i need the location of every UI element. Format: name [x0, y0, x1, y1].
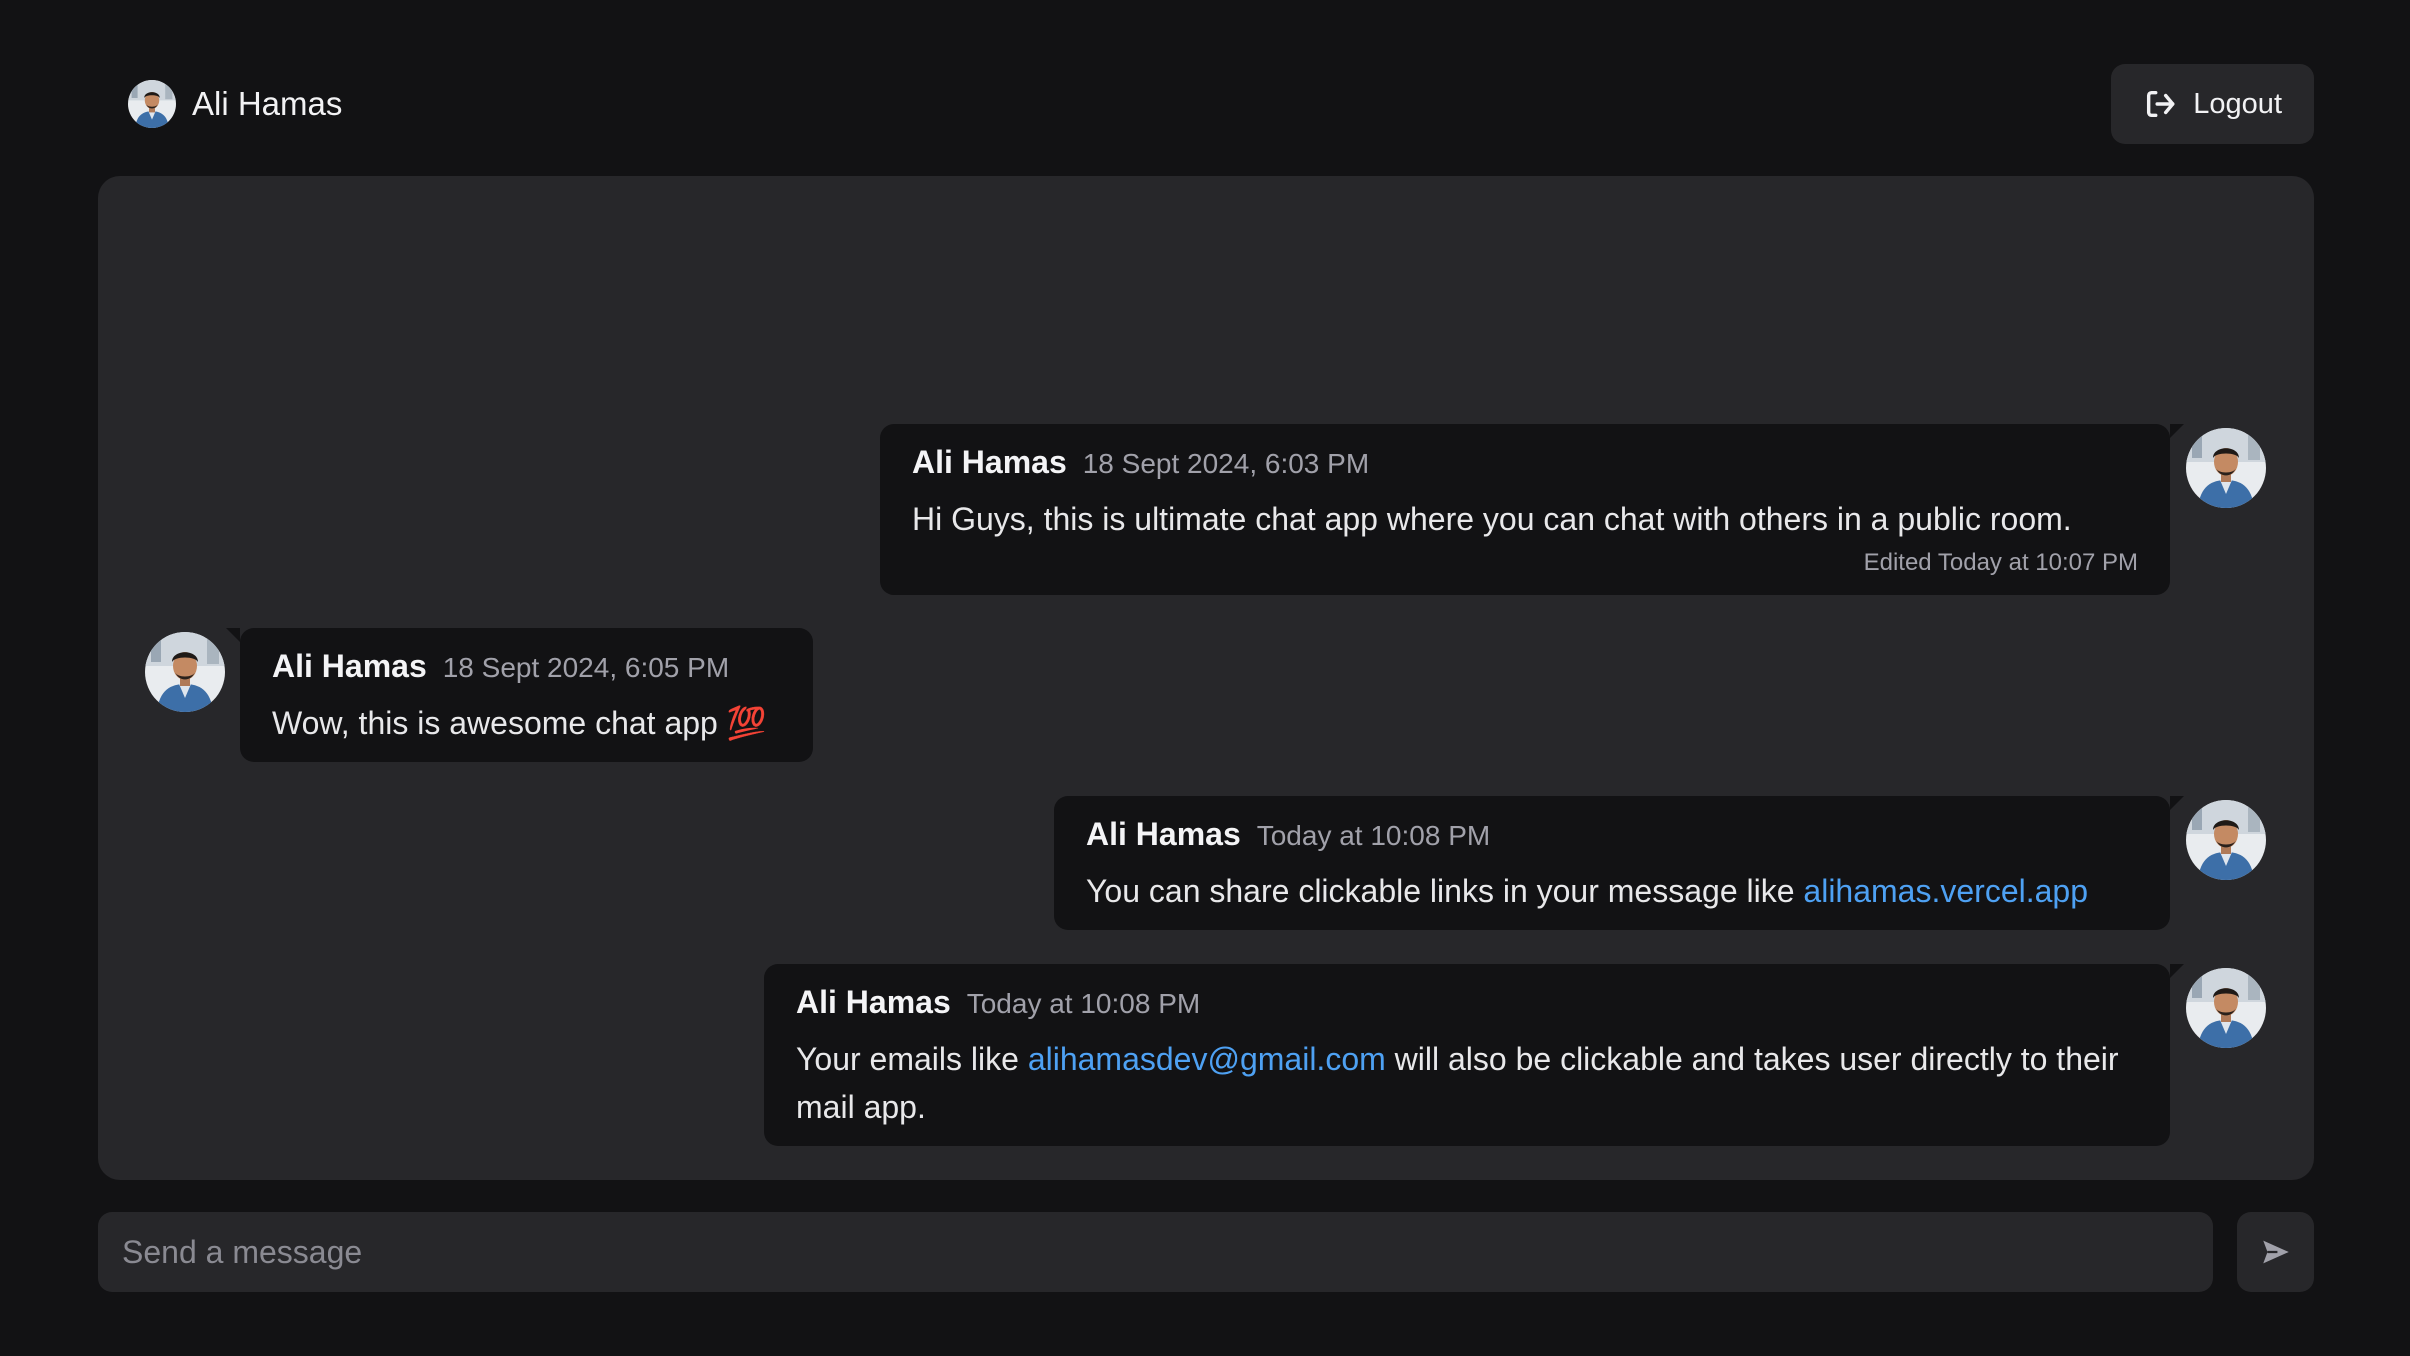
message-avatar — [2186, 800, 2266, 880]
chat-window[interactable]: Ali Hamas 18 Sept 2024, 6:03 PM Hi Guys,… — [98, 176, 2314, 1180]
message-time: 18 Sept 2024, 6:05 PM — [442, 652, 730, 683]
message-text: Your emails like alihamasdev@gmail.com w… — [796, 1035, 2138, 1131]
logout-icon — [2147, 90, 2175, 118]
message-bubble[interactable]: Ali Hamas Today at 10:08 PM You can shar… — [1054, 796, 2170, 930]
app-header: Ali Hamas Logout — [98, 64, 2314, 144]
message-avatar — [2186, 968, 2266, 1048]
message-bubble[interactable]: Ali Hamas 18 Sept 2024, 6:05 PM Wow, thi… — [240, 628, 813, 762]
bubble-tail — [226, 628, 240, 642]
user-name: Ali Hamas — [192, 85, 343, 122]
logout-button[interactable]: Logout — [2111, 64, 2314, 144]
message-time: Today at 10:08 PM — [1256, 820, 1491, 851]
message-author: Ali Hamas — [912, 444, 1067, 480]
message-input[interactable] — [98, 1212, 2213, 1292]
send-icon — [2262, 1240, 2289, 1264]
hundred-emoji: 💯 — [726, 705, 767, 741]
bubble-tail — [2170, 964, 2184, 978]
message-avatar — [145, 632, 225, 712]
message-link[interactable]: alihamas.vercel.app — [1803, 873, 2088, 909]
logout-label: Logout — [2193, 87, 2282, 120]
email-link[interactable]: alihamasdev@gmail.com — [1028, 1041, 1386, 1077]
message-author: Ali Hamas — [272, 648, 427, 684]
message-author: Ali Hamas — [796, 984, 951, 1020]
bubble-tail — [2170, 424, 2184, 438]
message-time: 18 Sept 2024, 6:03 PM — [1082, 448, 1370, 479]
message-time: Today at 10:08 PM — [966, 988, 1201, 1019]
message-bubble[interactable]: Ali Hamas 18 Sept 2024, 6:03 PM Hi Guys,… — [880, 424, 2170, 595]
user-avatar — [128, 80, 176, 128]
message-body: Your emails like — [796, 1041, 1019, 1077]
message-body: You can share clickable links in your me… — [1086, 873, 1795, 909]
current-user: Ali Hamas — [128, 80, 342, 128]
message-bubble[interactable]: Ali Hamas Today at 10:08 PM Your emails … — [764, 964, 2170, 1146]
send-button[interactable] — [2237, 1212, 2314, 1292]
edited-label: Edited Today at 10:07 PM — [1863, 549, 2138, 576]
bubble-tail — [2170, 796, 2184, 810]
message-author: Ali Hamas — [1086, 816, 1241, 852]
message-body: Wow, this is awesome chat app — [272, 705, 718, 741]
message-text: Wow, this is awesome chat app 💯 — [272, 699, 781, 747]
message-text: Hi Guys, this is ultimate chat app where… — [912, 501, 2072, 537]
message-avatar — [2186, 428, 2266, 508]
message-text: You can share clickable links in your me… — [1086, 867, 2138, 915]
